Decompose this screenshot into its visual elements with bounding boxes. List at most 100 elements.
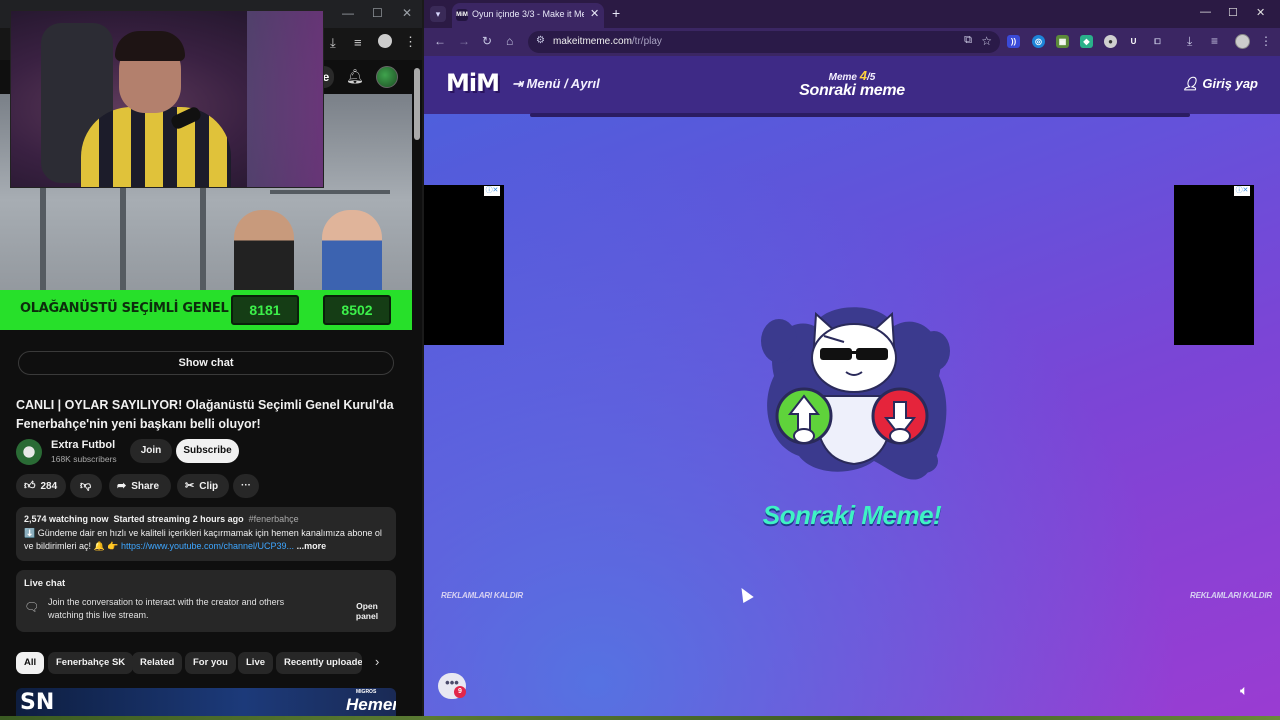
- tab-favicon: MiM: [456, 9, 468, 21]
- install-app-icon[interactable]: ⧉: [964, 34, 972, 47]
- queue-icon[interactable]: ≡: [354, 35, 362, 50]
- hashtag[interactable]: #fenerbahçe: [249, 514, 299, 524]
- meme-counter: Meme 4/5: [424, 68, 1280, 83]
- remove-ads-right-link[interactable]: REKLAMLARI KALDIR: [1190, 591, 1272, 600]
- video-thumbnail[interactable]: SN MIGROS Hemen: [16, 688, 396, 716]
- remove-ads-left-link[interactable]: REKLAMLARI KALDIR: [441, 591, 523, 600]
- minimize-icon[interactable]: —: [1200, 6, 1211, 18]
- description-text: ⬇️ Gündeme dair en hızlı ve kaliteli içe…: [24, 527, 388, 553]
- site-header: MiM ⇥ Menü / Ayrıl Meme 4/5 Sonraki meme…: [424, 56, 1280, 117]
- ad-banner-right[interactable]: ⓘ✕: [1174, 185, 1254, 345]
- page-title: Sonraki meme: [799, 82, 905, 99]
- download-icon[interactable]: ⤓: [1187, 34, 1192, 49]
- channel-link[interactable]: https://www.youtube.com/channel/UCP39...: [121, 541, 294, 551]
- tab-close-icon[interactable]: ✕: [590, 7, 599, 20]
- subscribe-button[interactable]: Subscribe: [176, 439, 239, 463]
- tab-search-icon[interactable]: ▾: [430, 6, 446, 22]
- browser-toolbar: ← → ↻ ⌂ ⚙︎ makeitmeme.com/tr/play ⧉ ☆ ))…: [424, 28, 1280, 56]
- site-info-icon[interactable]: ⚙︎: [536, 35, 545, 46]
- chip-all[interactable]: All: [16, 652, 45, 674]
- thumbnail-text: Hemen: [346, 695, 396, 714]
- login-label: Giriş yap: [1202, 76, 1258, 91]
- extension-circle-icon[interactable]: ●: [1104, 35, 1117, 48]
- kebab-menu-icon[interactable]: ⋮: [1260, 34, 1272, 48]
- show-chat-button[interactable]: Show chat: [18, 351, 394, 375]
- extension-wave-icon[interactable]: )): [1007, 35, 1020, 48]
- dislike-button[interactable]: 👎︎: [70, 474, 102, 498]
- live-chat-text: Join the conversation to interact with t…: [48, 597, 285, 620]
- youtube-window: — ☐ ✕ ⤓ ≡ ⋮ 🔔︎ e OLAĞANÜSTÜ SEÇİMLİ GENE…: [0, 0, 422, 716]
- clip-button[interactable]: ✂ Clip: [177, 474, 229, 498]
- minimize-icon[interactable]: —: [342, 6, 354, 20]
- download-icon[interactable]: ⤓: [330, 35, 336, 51]
- login-button[interactable]: 👤︎ Giriş yap: [1182, 76, 1258, 92]
- back-icon[interactable]: ←: [434, 34, 446, 48]
- channel-avatar[interactable]: [16, 439, 42, 465]
- ad-choices-icon[interactable]: ⓘ✕: [484, 186, 500, 196]
- tab-strip: ▾ MiM Oyun içinde 3/3 - Make it Meme ✕ +…: [424, 0, 1280, 28]
- desktop: — ☐ ✕ ⤓ ≡ ⋮ 🔔︎ e OLAĞANÜSTÜ SEÇİMLİ GENE…: [0, 0, 1280, 720]
- new-tab-icon[interactable]: +: [612, 5, 620, 21]
- close-icon[interactable]: ✕: [402, 6, 412, 20]
- extension-globe-icon[interactable]: ◎: [1032, 35, 1045, 48]
- open-panel-button[interactable]: Open panel: [344, 601, 390, 621]
- scissors-icon: ✂: [185, 480, 195, 492]
- profile-icon[interactable]: [378, 34, 392, 48]
- join-button[interactable]: Join: [130, 439, 172, 463]
- avatar[interactable]: [376, 66, 398, 88]
- speaker-icon[interactable]: 🔈︎: [1240, 682, 1248, 699]
- chip-related[interactable]: Related: [132, 652, 183, 674]
- game-page: MiM ⇥ Menü / Ayrıl Meme 4/5 Sonraki meme…: [424, 56, 1280, 716]
- bell-icon[interactable]: 🔔︎: [346, 68, 364, 85]
- queue-icon[interactable]: ≡: [1211, 34, 1218, 48]
- bookmark-star-icon[interactable]: ☆: [981, 34, 992, 48]
- live-chat-box: Live chat 🗨︎ Join the conversation to in…: [16, 570, 396, 632]
- vote-count-right: 8502: [323, 295, 391, 325]
- chip-live[interactable]: Live: [238, 652, 274, 674]
- chat-unread-badge: 9: [454, 686, 466, 698]
- home-icon[interactable]: ⌂: [506, 34, 513, 48]
- channel-name[interactable]: Extra Futbol: [51, 439, 115, 451]
- extension-u-icon[interactable]: U: [1127, 35, 1140, 48]
- chat-toggle-button[interactable]: ••• 9: [438, 673, 466, 699]
- watching-count: 2,574 watching now: [24, 514, 109, 524]
- maximize-icon[interactable]: ☐: [1228, 6, 1238, 19]
- chip-fenerbahce[interactable]: Fenerbahçe SK: [48, 652, 134, 674]
- maximize-icon[interactable]: ☐: [372, 6, 383, 20]
- ad-banner-left[interactable]: ⓘ✕: [424, 185, 504, 345]
- next-meme-cta: Sonraki Meme!: [762, 500, 942, 530]
- extensions-puzzle-icon[interactable]: ⧠: [1151, 35, 1164, 48]
- forward-icon[interactable]: →: [458, 34, 470, 48]
- chip-recently-uploaded[interactable]: Recently uploaded: [276, 652, 362, 674]
- thumbnail-sn-logo: SN: [20, 690, 55, 715]
- close-icon[interactable]: ✕: [1256, 6, 1265, 19]
- more-actions-label: ···: [241, 480, 251, 491]
- share-arrow-icon: ➦: [117, 480, 127, 492]
- address-bar[interactable]: ⚙︎ makeitmeme.com/tr/play ⧉ ☆: [528, 31, 1000, 53]
- profile-icon[interactable]: [1235, 34, 1250, 49]
- ad-choices-icon[interactable]: ⓘ✕: [1234, 186, 1250, 196]
- chip-for-you[interactable]: For you: [185, 652, 236, 674]
- reload-icon[interactable]: ↻: [482, 34, 492, 48]
- tab-make-it-meme[interactable]: MiM Oyun içinde 3/3 - Make it Meme ✕: [452, 3, 604, 28]
- more-actions-button[interactable]: ···: [233, 474, 259, 498]
- like-button[interactable]: 👍︎ 284: [16, 474, 66, 498]
- chat-icon: 🗨︎: [24, 600, 40, 614]
- person-figure: [322, 210, 382, 300]
- person-figure: [234, 210, 294, 300]
- scrollbar[interactable]: [414, 68, 420, 140]
- url-domain: makeitmeme.com: [553, 36, 632, 47]
- thumbs-down-icon: 👎︎: [80, 480, 92, 492]
- extension-tag-icon[interactable]: ◆: [1080, 35, 1093, 48]
- stream-start: Started streaming 2 hours ago: [113, 514, 244, 524]
- chevron-right-icon[interactable]: ›: [375, 654, 379, 669]
- like-count: 284: [40, 481, 58, 492]
- makeitmeme-window: ▾ MiM Oyun içinde 3/3 - Make it Meme ✕ +…: [424, 0, 1280, 716]
- share-button[interactable]: ➦ Share: [109, 474, 171, 498]
- kebab-menu-icon[interactable]: ⋮: [404, 34, 417, 50]
- description-box[interactable]: 2,574 watching now Started streaming 2 h…: [16, 507, 396, 561]
- more-link[interactable]: ...more: [297, 541, 327, 551]
- extension-image-icon[interactable]: ▦: [1056, 35, 1069, 48]
- lower-third-banner: OLAĞANÜSTÜ SEÇİMLİ GENEL KURUL 8181 8502: [0, 290, 412, 330]
- cat-mascot-vote-icon: [761, 307, 950, 480]
